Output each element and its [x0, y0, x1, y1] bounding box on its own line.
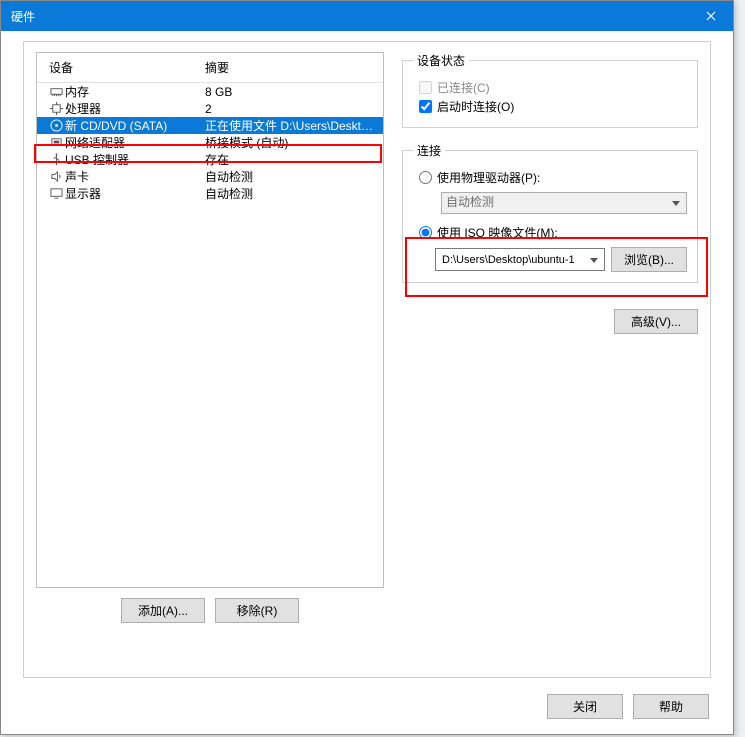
use-physical-radio-row[interactable]: 使用物理驱动器(P):: [413, 169, 687, 186]
remove-button[interactable]: 移除(R): [215, 598, 299, 623]
connection-group: 连接 使用物理驱动器(P): 自动检测 使用 ISO 映像文件(M):: [402, 142, 698, 283]
device-name: 新 CD/DVD (SATA): [65, 117, 205, 134]
use-physical-label: 使用物理驱动器(P):: [437, 169, 540, 186]
device-name: USB 控制器: [65, 151, 205, 168]
connection-legend: 连接: [413, 142, 445, 159]
device-name: 内存: [65, 83, 205, 100]
device-list-header: 设备 摘要: [37, 53, 383, 82]
device-name: 处理器: [65, 100, 205, 117]
display-icon: [47, 187, 65, 200]
connected-label: 已连接(C): [437, 79, 490, 96]
cd-icon: [47, 119, 65, 132]
help-button[interactable]: 帮助: [633, 694, 709, 719]
connect-start-checkbox[interactable]: [419, 100, 432, 113]
dialog-footer: 关闭 帮助: [1, 679, 733, 734]
device-list[interactable]: 设备 摘要 内存 8 GB 处理器 2: [36, 52, 384, 588]
use-iso-radio[interactable]: [419, 226, 432, 239]
list-item[interactable]: 内存 8 GB: [37, 83, 383, 100]
device-summary: 正在使用文件 D:\Users\Deskto...: [205, 117, 375, 134]
device-name: 显示器: [65, 185, 205, 202]
list-item[interactable]: USB 控制器 存在: [37, 151, 383, 168]
use-iso-radio-row[interactable]: 使用 ISO 映像文件(M):: [413, 224, 687, 241]
device-status-group: 设备状态 已连接(C) 启动时连接(O): [402, 52, 698, 128]
advanced-row: 高级(V)...: [402, 309, 698, 334]
col-summary: 摘要: [205, 59, 375, 76]
device-summary: 2: [205, 102, 375, 116]
usb-icon: [47, 153, 65, 166]
settings-pane: 设备状态 已连接(C) 启动时连接(O) 连接 使用物理驱动器(P):: [402, 52, 698, 633]
connected-checkbox-row[interactable]: 已连接(C): [413, 79, 687, 96]
physical-drive-select: 自动检测: [441, 192, 687, 214]
physical-drive-combo: 自动检测: [441, 192, 687, 214]
device-name: 网络适配器: [65, 134, 205, 151]
network-icon: [47, 136, 65, 149]
list-item[interactable]: 新 CD/DVD (SATA) 正在使用文件 D:\Users\Deskto..…: [37, 117, 383, 134]
hardware-dialog: 硬件 设备 摘要 内存 8 GB: [0, 0, 734, 735]
device-summary: 自动检测: [205, 168, 375, 185]
device-summary: 8 GB: [205, 85, 375, 99]
device-summary: 桥接模式 (自动): [205, 134, 375, 151]
titlebar: 硬件: [1, 1, 733, 31]
device-summary: 存在: [205, 151, 375, 168]
list-item[interactable]: 显示器 自动检测: [37, 185, 383, 202]
iso-path-text: D:\Users\Desktop\ubuntu-1: [442, 254, 575, 266]
device-summary: 自动检测: [205, 185, 375, 202]
add-button[interactable]: 添加(A)...: [121, 598, 205, 623]
connected-checkbox: [419, 81, 432, 94]
iso-row: D:\Users\Desktop\ubuntu-1 浏览(B)...: [435, 247, 687, 272]
connect-start-label: 启动时连接(O): [437, 98, 514, 115]
device-button-row: 添加(A)... 移除(R): [36, 588, 384, 633]
memory-icon: [47, 85, 65, 98]
content-panel: 设备 摘要 内存 8 GB 处理器 2: [23, 41, 711, 678]
advanced-button[interactable]: 高级(V)...: [614, 309, 698, 334]
use-iso-label: 使用 ISO 映像文件(M):: [437, 224, 558, 241]
list-item[interactable]: 处理器 2: [37, 100, 383, 117]
device-pane: 设备 摘要 内存 8 GB 处理器 2: [36, 52, 384, 633]
device-status-legend: 设备状态: [413, 52, 469, 69]
list-item[interactable]: 网络适配器 桥接模式 (自动): [37, 134, 383, 151]
close-icon[interactable]: [688, 1, 733, 31]
sound-icon: [47, 170, 65, 183]
col-device: 设备: [49, 59, 205, 76]
browse-button[interactable]: 浏览(B)...: [611, 247, 687, 272]
use-physical-radio[interactable]: [419, 171, 432, 184]
cpu-icon: [47, 102, 65, 115]
iso-path-input[interactable]: D:\Users\Desktop\ubuntu-1: [435, 248, 605, 271]
connect-start-checkbox-row[interactable]: 启动时连接(O): [413, 98, 687, 115]
close-button[interactable]: 关闭: [547, 694, 623, 719]
device-name: 声卡: [65, 168, 205, 185]
window-title: 硬件: [11, 8, 688, 25]
list-item[interactable]: 声卡 自动检测: [37, 168, 383, 185]
